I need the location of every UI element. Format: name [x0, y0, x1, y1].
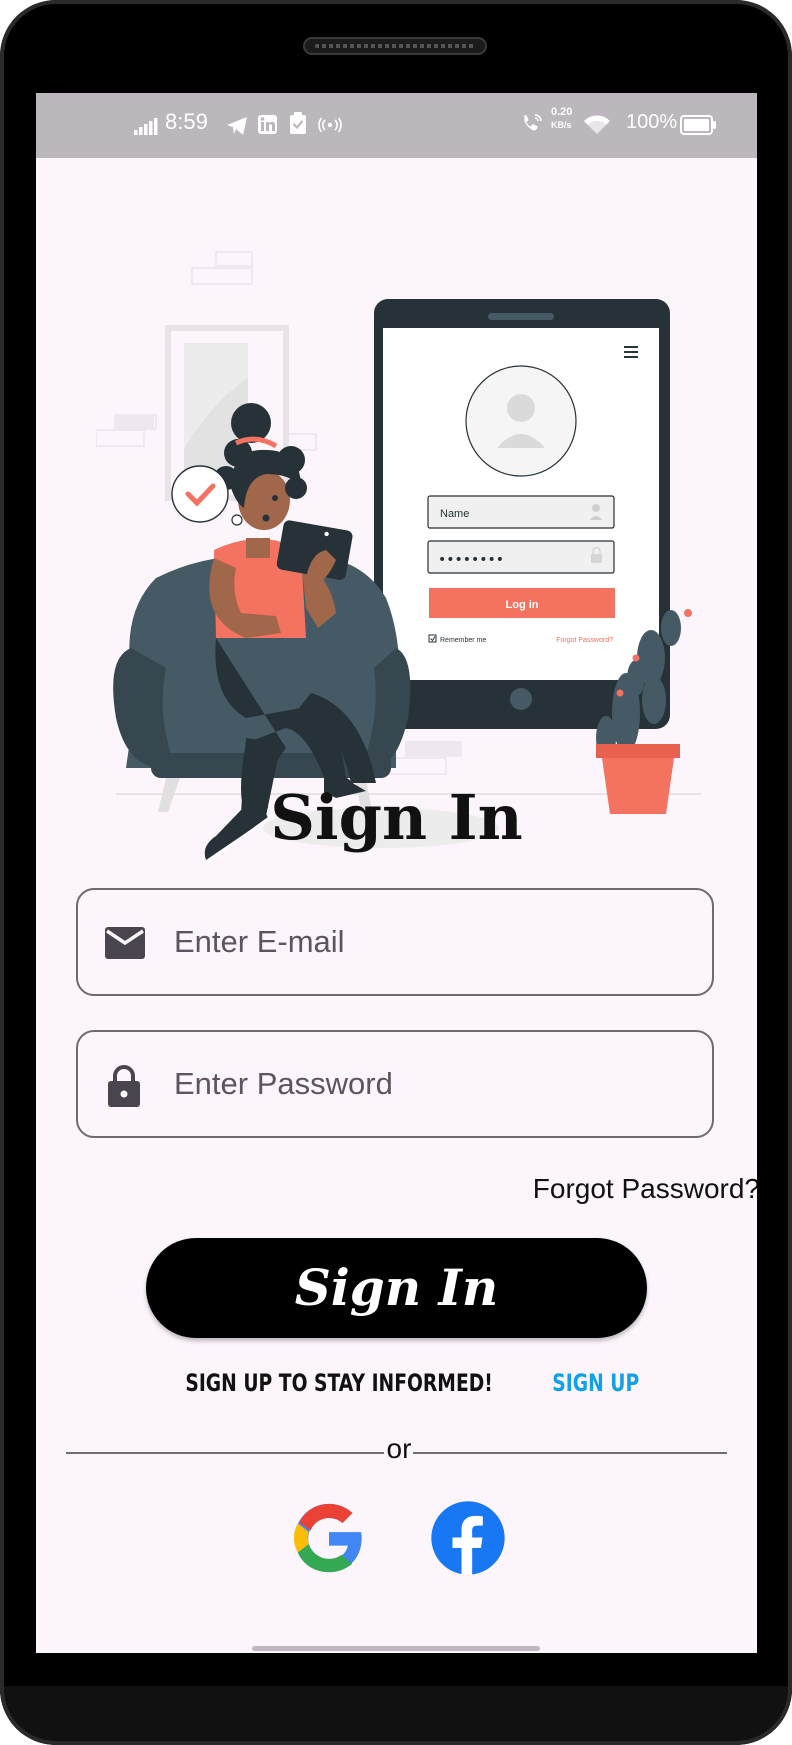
illustration-forgot: Forgot Password? [556, 637, 613, 644]
illustration-login-button: Log in [506, 599, 539, 611]
signal-icon [134, 118, 158, 135]
password-input[interactable] [174, 1032, 694, 1136]
status-time: 8:59 [165, 109, 208, 134]
broadcast-icon [318, 117, 342, 133]
mail-icon [105, 927, 145, 959]
sign-in-button[interactable]: Sign In [146, 1238, 647, 1338]
battery-icon [680, 115, 716, 135]
illustration-remember: Remember me [440, 637, 486, 644]
illustration-name-field: Name [440, 508, 469, 520]
or-separator: or [386, 1433, 412, 1464]
sign-in-illustration: Name •••••••• Log in Remember me Forgot … [96, 251, 701, 863]
email-input[interactable] [174, 890, 694, 994]
device-bottom-bezel [0, 1686, 792, 1745]
wifi-icon [584, 115, 610, 134]
page-title: Sign In [270, 781, 523, 854]
battery-percent: 100% [626, 111, 678, 133]
network-speed-value: 0.20 [551, 106, 573, 118]
sign-up-row: SIGN UP TO STAY INFORMED! SIGN UP [36, 1369, 757, 1397]
status-bar: 8:59 0.20 KB/s 100% [36, 93, 757, 158]
illustration-password-mask: •••••••• [438, 552, 504, 568]
linkedin-icon [258, 115, 277, 134]
telegram-icon [227, 117, 247, 135]
divider-left [66, 1452, 384, 1454]
home-indicator [252, 1646, 540, 1651]
wifi-call-icon [524, 114, 542, 131]
earpiece-speaker [303, 37, 487, 55]
google-icon[interactable] [289, 1498, 369, 1578]
sign-up-link[interactable]: SIGN UP [552, 1369, 639, 1397]
clipboard-check-icon [290, 112, 306, 134]
divider-right [413, 1452, 727, 1454]
phone-frame: 8:59 0.20 KB/s 100% Name •••••••• Log in… [0, 0, 792, 1745]
password-field[interactable] [76, 1030, 714, 1138]
app-screen: 8:59 0.20 KB/s 100% Name •••••••• Log in… [36, 93, 757, 1653]
lock-icon [108, 1065, 140, 1107]
sign-up-prompt: SIGN UP TO STAY INFORMED! [185, 1369, 493, 1397]
network-speed-unit: KB/s [551, 120, 572, 130]
email-field[interactable] [76, 888, 714, 996]
facebook-icon[interactable] [428, 1498, 508, 1578]
forgot-password-link[interactable]: Forgot Password? [533, 1173, 757, 1205]
